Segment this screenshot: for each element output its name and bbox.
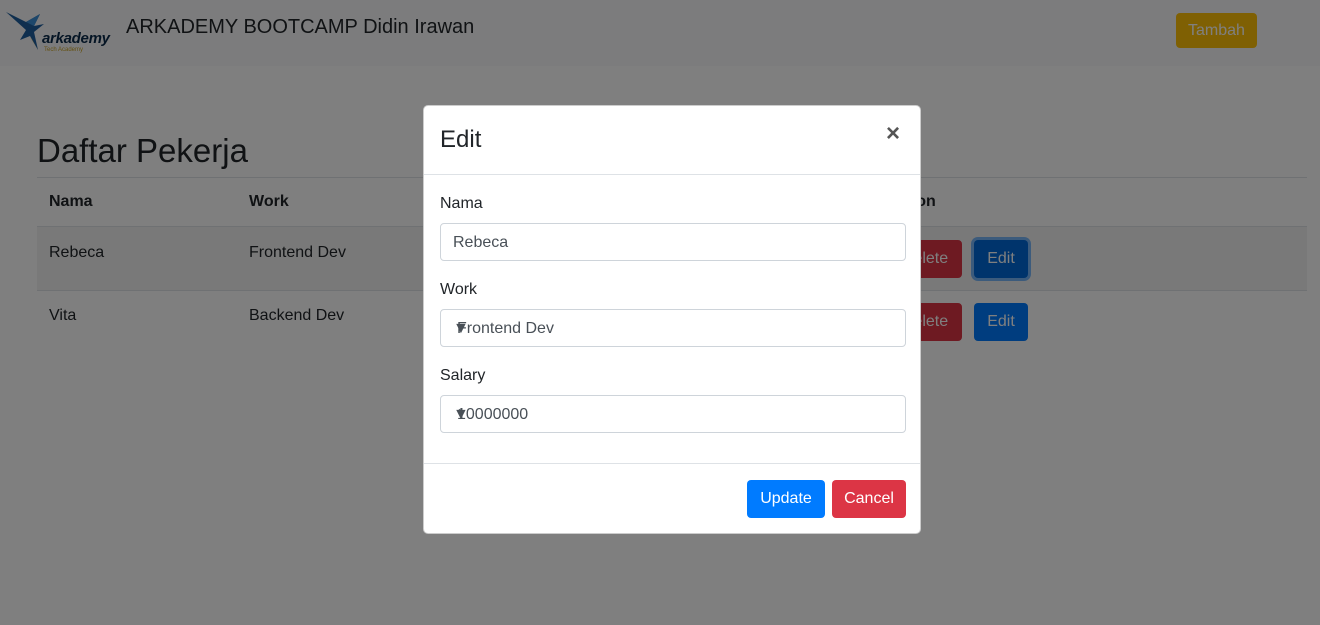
nama-label: Nama: [440, 195, 483, 212]
work-select[interactable]: Frontend Dev ▼: [440, 309, 906, 347]
modal-title: Edit: [440, 126, 482, 153]
cancel-button[interactable]: Cancel: [832, 480, 906, 518]
update-button[interactable]: Update: [747, 480, 825, 518]
nama-input-value: Rebeca: [453, 234, 509, 251]
salary-label: Salary: [440, 367, 486, 384]
chevron-down-icon: ▼: [453, 320, 469, 337]
close-icon[interactable]: ×: [886, 122, 900, 146]
edit-modal: Edit × Nama Rebeca Work Frontend Dev ▼ S…: [423, 105, 921, 534]
nama-input[interactable]: Rebeca: [440, 223, 906, 261]
work-label: Work: [440, 281, 478, 298]
modal-header-divider: [424, 174, 920, 175]
salary-select[interactable]: 10000000 ▼: [440, 395, 906, 433]
modal-footer-divider: [424, 463, 920, 464]
chevron-down-icon: ▼: [453, 406, 469, 423]
